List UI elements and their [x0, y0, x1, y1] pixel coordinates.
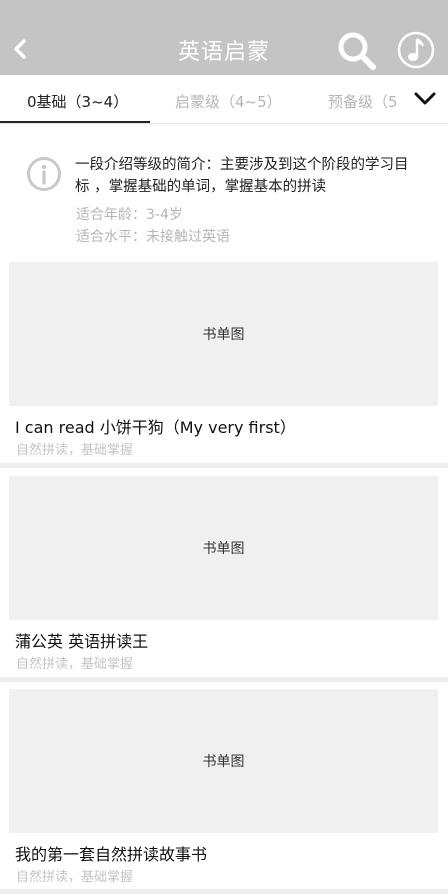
music-button[interactable]	[396, 30, 436, 70]
book-card[interactable]: 书单图 我的第一套自然拼读故事书 自然拼读，基础掌握	[0, 689, 448, 891]
book-cover-label: 书单图	[202, 754, 245, 770]
active-tab-indicator	[0, 121, 150, 123]
level-intro: 一段介绍等级的简介：主要涉及到这个阶段的学习目标 ，掌握基础的单词，掌握基本的拼…	[0, 124, 448, 258]
book-subtitle: 自然拼读，基础掌握	[16, 657, 134, 672]
tab-level-enlightenment[interactable]: 启蒙级（4~5）	[175, 91, 282, 112]
divider	[0, 889, 448, 894]
app-header: 英语启蒙	[0, 0, 448, 75]
book-card[interactable]: 书单图 I can read 小饼干狗（My very first） 自然拼读，…	[0, 262, 448, 464]
book-title[interactable]: 蒲公英 英语拼读王	[15, 628, 148, 652]
book-title[interactable]: I can read 小饼干狗（My very first）	[15, 414, 296, 438]
book-subtitle: 自然拼读，基础掌握	[16, 870, 134, 885]
search-button[interactable]	[336, 30, 378, 72]
tab-level-0[interactable]: 0基础（3~4）	[27, 91, 128, 112]
book-cover[interactable]: 书单图	[9, 689, 438, 833]
book-cover[interactable]: 书单图	[9, 476, 438, 620]
book-subtitle: 自然拼读，基础掌握	[16, 443, 134, 458]
level-tabs: 0基础（3~4） 启蒙级（4~5） 预备级（5	[0, 75, 448, 124]
suitable-level: 适合水平：未接触过英语	[76, 229, 230, 245]
more-tabs-button[interactable]	[400, 75, 448, 122]
level-description: 一段介绍等级的简介：主要涉及到这个阶段的学习目标 ，掌握基础的单词，掌握基本的拼…	[75, 157, 409, 195]
search-icon	[338, 32, 376, 70]
tab-level-preparatory[interactable]: 预备级（5	[328, 91, 398, 112]
page-title: 英语启蒙	[177, 40, 270, 65]
info-icon	[26, 156, 62, 192]
book-title[interactable]: 我的第一套自然拼读故事书	[15, 841, 207, 865]
book-cover-label: 书单图	[202, 541, 245, 557]
suitable-age: 适合年龄：3-4岁	[76, 207, 183, 223]
music-note-icon	[397, 31, 435, 69]
book-cover-label: 书单图	[202, 327, 245, 343]
book-cover[interactable]: 书单图	[9, 262, 438, 406]
divider	[0, 463, 448, 468]
chevron-down-icon	[414, 92, 436, 105]
book-card[interactable]: 书单图 蒲公英 英语拼读王 自然拼读，基础掌握	[0, 476, 448, 678]
divider	[0, 677, 448, 682]
